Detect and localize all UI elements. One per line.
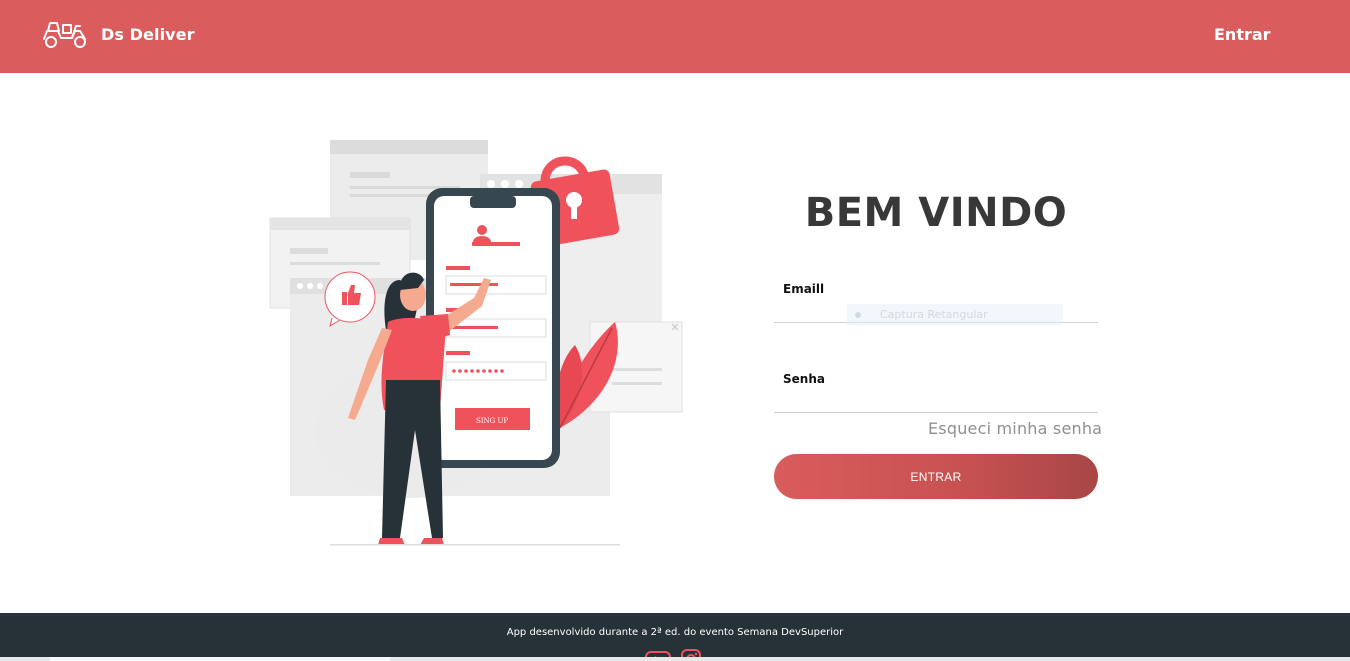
password-field: Senha [774, 361, 1098, 413]
brand-home-link[interactable]: Ds Deliver [42, 18, 195, 50]
footer-credit-text: App desenvolvido durante a 2ª ed. do eve… [506, 627, 844, 638]
capture-overlay: Captura Retangular [847, 304, 1063, 325]
password-input[interactable] [774, 389, 1098, 411]
email-label: Emaill [783, 282, 825, 296]
welcome-heading: BEM VINDO [804, 190, 1068, 236]
delivery-scooter-icon [43, 22, 86, 48]
forgot-password-link[interactable]: Esqueci minha senha [928, 419, 1102, 438]
scrollbar-thumb[interactable] [50, 657, 390, 661]
password-label: Senha [783, 372, 825, 386]
signup-button-label: SING UP [476, 417, 508, 425]
footer: App desenvolvido durante a 2ª ed. do eve… [0, 613, 1350, 661]
nav-login-link[interactable]: Entrar [1214, 25, 1271, 44]
brand-name: Ds Deliver [101, 24, 195, 44]
capture-icon [855, 311, 861, 318]
login-illustration: SING UP [269, 140, 683, 546]
capture-label: Captura Retangular [880, 308, 988, 321]
login-submit-button[interactable]: ENTRAR [774, 454, 1098, 499]
navbar: Ds Deliver Entrar [0, 0, 1350, 73]
